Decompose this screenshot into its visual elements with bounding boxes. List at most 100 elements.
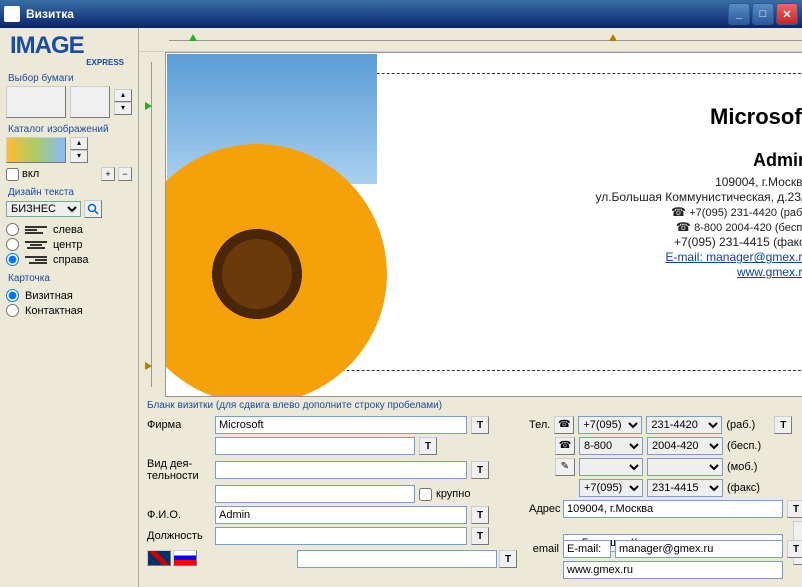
input-email-prefix[interactable]	[563, 540, 611, 558]
input-email[interactable]	[615, 540, 783, 558]
paper-up-button[interactable]: ▴	[114, 89, 132, 102]
design-section-label: Дизайн текста	[8, 187, 132, 198]
card-phone3: +7(095) 231-4415 (факс)	[377, 235, 802, 249]
label-fio: Ф.И.О.	[147, 509, 211, 521]
card-section-label: Карточка	[8, 273, 132, 284]
card-name: Admin	[377, 150, 802, 171]
phone-num-3[interactable]	[647, 458, 723, 476]
card-phone1: ☎ +7(095) 231-4420 (раб.)	[377, 205, 802, 219]
phone-type-3: (моб.)	[727, 461, 771, 473]
logo-subtitle: EXPRESS	[6, 58, 132, 67]
card-contact-label: Контактная	[25, 305, 83, 317]
phone-icon-2[interactable]: ☎	[555, 437, 575, 455]
font-btn-email[interactable]: T	[787, 540, 802, 558]
canvas[interactable]: Microsoft Admin 109004, г.Москва ул.Боль…	[165, 52, 802, 397]
label-addr: Адрес	[529, 503, 559, 515]
card-business-radio[interactable]	[6, 289, 19, 302]
paper-preview-1[interactable]	[6, 86, 66, 118]
horizontal-ruler[interactable]	[169, 38, 802, 44]
card-addr1: 109004, г.Москва	[377, 175, 802, 189]
phone-type-1: (раб.)	[726, 419, 770, 431]
lang-ru-button[interactable]	[173, 550, 197, 566]
input-activity[interactable]	[215, 461, 467, 479]
paper-down-button[interactable]: ▾	[114, 102, 132, 115]
font-btn-activity[interactable]: T	[471, 461, 489, 479]
card-web: www.gmex.ru	[377, 265, 802, 279]
input-fio[interactable]	[215, 506, 467, 524]
minimize-button[interactable]: _	[728, 3, 750, 25]
maximize-button[interactable]: □	[752, 3, 774, 25]
paper-preview-2[interactable]	[70, 86, 110, 118]
align-center-radio[interactable]	[6, 238, 19, 251]
form-hint: Бланк визитки (для сдвига влево дополнит…	[139, 397, 802, 414]
catalog-thumb[interactable]	[6, 137, 66, 163]
paper-section-label: Выбор бумаги	[8, 73, 132, 84]
label-krupno: крупно	[436, 488, 470, 500]
align-left-label: слева	[53, 224, 83, 236]
phone-type-4: (факс)	[727, 482, 771, 494]
align-center-label: центр	[53, 239, 83, 251]
phone-prefix-3[interactable]	[579, 458, 643, 476]
center-panel: Microsoft Admin 109004, г.Москва ул.Боль…	[139, 28, 802, 587]
align-right-label: справа	[53, 254, 89, 266]
font-btn-firma[interactable]: T	[471, 416, 489, 434]
left-panel: IMAGE EXPRESS Выбор бумаги ▴ ▾ Каталог и…	[0, 28, 139, 587]
close-button[interactable]: ✕	[776, 3, 798, 25]
font-btn-addr[interactable]: T	[787, 500, 802, 518]
ruler-marker-left[interactable]	[189, 34, 197, 41]
card-contact-radio[interactable]	[6, 304, 19, 317]
catalog-section-label: Каталог изображений	[8, 124, 132, 135]
logo: IMAGE	[10, 34, 132, 58]
design-search-button[interactable]	[84, 200, 102, 218]
vkl-checkbox[interactable]	[6, 168, 19, 181]
input-position[interactable]	[215, 527, 467, 545]
align-right-radio[interactable]	[6, 253, 19, 266]
catalog-down-button[interactable]: ▾	[70, 150, 88, 163]
input-firma[interactable]	[215, 416, 467, 434]
label-activity: Вид дея- тельности	[147, 458, 211, 482]
align-left-radio[interactable]	[6, 223, 19, 236]
titlebar: Визитка _ □ ✕	[0, 0, 802, 28]
label-firma: Фирма	[147, 419, 211, 431]
label-position: Должность	[147, 530, 211, 542]
business-card: Microsoft Admin 109004, г.Москва ул.Боль…	[176, 73, 802, 371]
input-position2[interactable]	[297, 550, 497, 568]
phone-prefix-1[interactable]: +7(095)	[578, 416, 642, 434]
label-email: email	[529, 543, 559, 555]
phone-icon-1[interactable]: ☎	[554, 416, 574, 434]
catalog-up-button[interactable]: ▴	[70, 137, 88, 150]
phone-icon-3[interactable]: ✎	[555, 458, 575, 476]
krupno-checkbox[interactable]	[419, 488, 432, 501]
input-web[interactable]	[563, 561, 783, 579]
input-activity2[interactable]	[215, 485, 415, 503]
magnifier-icon	[87, 203, 99, 215]
card-company: Microsoft	[377, 104, 802, 130]
font-btn-position2[interactable]: T	[499, 550, 517, 568]
phone-prefix-2[interactable]: 8-800	[579, 437, 643, 455]
lang-uk-button[interactable]	[147, 550, 171, 566]
vruler-marker-top[interactable]	[145, 102, 152, 110]
form-area: Фирма T T Вид дея- тельности T	[139, 414, 802, 587]
card-image	[187, 84, 377, 360]
ruler-marker-right[interactable]	[609, 34, 617, 41]
design-select[interactable]: БИЗНЕС	[6, 201, 81, 217]
font-btn-tel[interactable]: T	[774, 416, 792, 434]
input-firma2[interactable]	[215, 437, 415, 455]
phone-num-4[interactable]: 231-4415	[647, 479, 723, 497]
vruler-marker-bottom[interactable]	[145, 362, 152, 370]
catalog-minus-button[interactable]: −	[118, 167, 132, 181]
vertical-ruler[interactable]	[139, 52, 165, 397]
catalog-plus-button[interactable]: +	[101, 167, 115, 181]
card-phone2: ☎ 8-800 2004-420 (бесп.)	[377, 220, 802, 234]
app-icon	[4, 6, 20, 22]
card-email: E-mail: manager@gmex.ru	[377, 250, 802, 264]
font-btn-firma2[interactable]: T	[419, 437, 437, 455]
phone-prefix-4[interactable]: +7(095)	[579, 479, 643, 497]
phone-num-2[interactable]: 2004-420	[647, 437, 723, 455]
font-btn-fio[interactable]: T	[471, 506, 489, 524]
label-tel: Тел.	[529, 419, 550, 431]
phone-num-1[interactable]: 231-4420	[646, 416, 722, 434]
phone-type-2: (бесп.)	[727, 440, 771, 452]
input-addr1[interactable]	[563, 500, 783, 518]
font-btn-position[interactable]: T	[471, 527, 489, 545]
